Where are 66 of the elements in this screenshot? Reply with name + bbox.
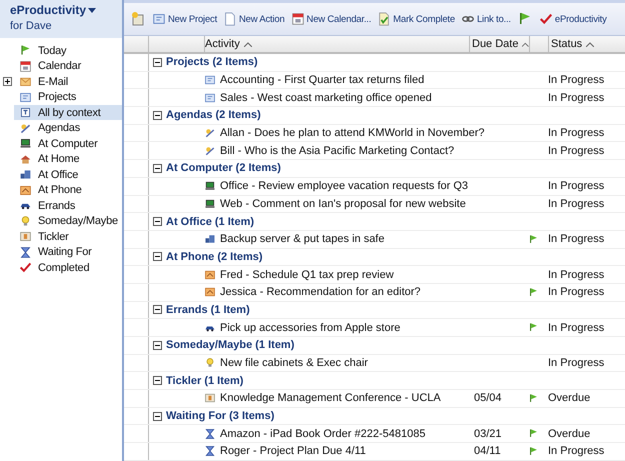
account-menu[interactable]: eProductivity <box>10 3 96 17</box>
status-cell: Overdue <box>548 428 590 440</box>
toolbar-button[interactable]: New Action <box>220 12 288 26</box>
group-header: Errands (1 Item) <box>166 304 250 316</box>
sidebar-item[interactable]: Someday/Maybe <box>14 214 122 229</box>
status-cell: In Progress <box>548 233 604 246</box>
activity-cell: Sales - West coast marketing office opened <box>220 92 432 104</box>
sidebar-item[interactable]: At Phone <box>14 182 122 198</box>
user-label: for Dave <box>10 20 53 32</box>
activity-cell: Roger - Project Plan Due 4/11 <box>220 445 366 458</box>
activity-cell: Bill - Who is the Asia Pacific Marketing Contact? <box>220 144 454 157</box>
group-header: Tickler (1 Item) <box>166 374 244 387</box>
column-header[interactable]: Due Date <box>470 36 530 52</box>
group-header: Projects (2 Items) <box>166 56 258 68</box>
activity-cell: Backup server & put tapes in safe <box>220 233 384 246</box>
activity-cell: Pick up accessories from Apple store <box>220 322 400 334</box>
toolbar-button[interactable]: Link to... <box>458 12 514 26</box>
sidebar-item[interactable]: Errands <box>14 198 122 214</box>
activity-cell: Office - Review employee vacation requests for Q3 <box>220 180 468 192</box>
toolbar-button[interactable]: Mark Complete <box>374 12 458 26</box>
status-cell: In Progress <box>548 180 604 192</box>
group-header: At Computer (2 Items) <box>166 162 281 174</box>
sidebar-item[interactable]: Calendar <box>14 58 122 74</box>
sidebar-item[interactable]: Projects <box>14 90 122 105</box>
status-cell: In Progress <box>548 268 604 281</box>
status-cell: In Progress <box>548 198 604 210</box>
sidebar-item[interactable]: Waiting For <box>14 244 122 260</box>
due-date-cell: 03/21 <box>474 428 502 440</box>
status-cell: In Progress <box>548 144 604 157</box>
activity-cell: Knowledge Management Conference - UCLA <box>220 392 441 404</box>
group-header: Waiting For (3 Items) <box>166 410 274 422</box>
activity-cell: Accounting - First Quarter tax returns filed <box>220 74 424 86</box>
status-cell: In Progress <box>548 357 604 370</box>
sidebar-item[interactable]: Agendas <box>14 120 122 136</box>
status-cell: In Progress <box>548 92 604 104</box>
status-cell: In Progress <box>548 286 604 298</box>
column-header[interactable]: Activity <box>205 36 470 52</box>
group-header: At Office (1 Item) <box>166 216 254 228</box>
group-header: Agendas (2 Items) <box>166 109 261 122</box>
status-cell: In Progress <box>548 445 604 458</box>
toolbar-button[interactable]: New Project <box>149 12 220 26</box>
sidebar-item[interactable]: Today <box>14 43 122 58</box>
activity-cell: Fred - Schedule Q1 tax prep review <box>220 268 394 281</box>
sidebar-item[interactable]: E-Mail <box>14 74 122 90</box>
sidebar-item[interactable]: All by context <box>14 105 122 120</box>
status-cell: In Progress <box>548 127 604 140</box>
status-cell: In Progress <box>548 74 604 86</box>
activity-cell: New file cabinets & Exec chair <box>220 357 368 370</box>
group-header: At Phone (2 Items) <box>166 250 263 263</box>
due-date-cell: 05/04 <box>474 392 502 404</box>
sidebar-item[interactable]: At Computer <box>14 136 122 152</box>
activity-cell: Amazon - iPad Book Order #222-5481085 <box>220 428 426 440</box>
activity-cell: Allan - Does he plan to attend KMWorld in November? <box>220 127 485 140</box>
toolbar-button[interactable]: New Calendar... <box>288 12 374 26</box>
sidebar-item[interactable]: At Home <box>14 152 122 167</box>
sidebar-item[interactable]: Tickler <box>14 229 122 244</box>
activity-cell: Web - Comment on Ian's proposal for new website <box>220 198 466 210</box>
activity-cell: Jessica - Recommendation for an editor? <box>220 286 421 298</box>
due-date-cell: 04/11 <box>474 445 501 458</box>
sidebar-item[interactable]: At Office <box>14 167 122 182</box>
sidebar-item[interactable]: Completed <box>14 260 122 276</box>
group-header: Someday/Maybe (1 Item) <box>166 339 294 352</box>
column-header[interactable]: Status <box>549 36 625 52</box>
status-cell: Overdue <box>548 392 590 404</box>
toolbar-button[interactable]: eProductivity <box>536 12 610 26</box>
status-cell: In Progress <box>548 322 604 334</box>
